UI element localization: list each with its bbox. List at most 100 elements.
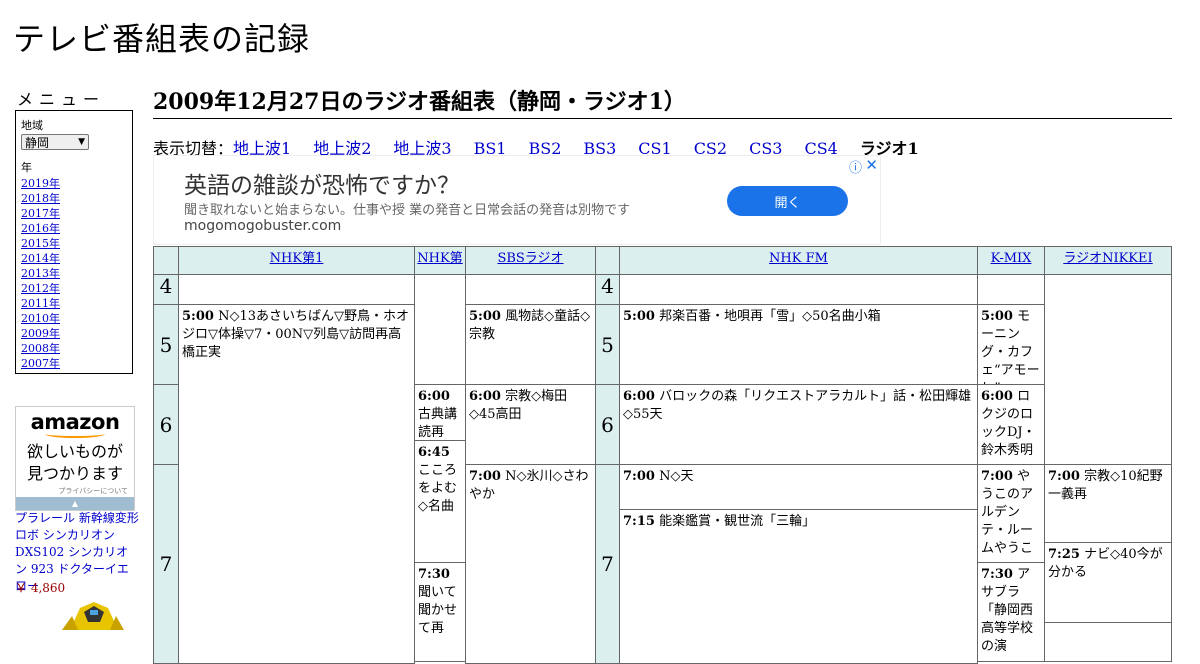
year-link-2015[interactable]: 2015年 (21, 236, 127, 251)
program-time: 6:00 (981, 389, 1013, 404)
close-icon[interactable]: ✕ (865, 156, 878, 174)
hour-cell-5-mid: 5 (595, 304, 620, 385)
corner-cell (153, 246, 179, 275)
program-time: 7:30 (981, 567, 1013, 582)
region-select[interactable]: 静岡 ▼ (21, 134, 89, 150)
year-link-2008[interactable]: 2008年 (21, 341, 127, 356)
program-time: 5:00 (182, 309, 214, 324)
program-time: 7:00 (1048, 469, 1080, 484)
program-time: 6:45 (418, 445, 450, 460)
program-time: 7:15 (623, 514, 655, 529)
program-cell-fm-0700[interactable]: 7:00 N◇天 (619, 464, 978, 510)
program-time: 5:00 (623, 309, 655, 324)
program-cell-kmix-0500[interactable]: 5:00 モーニング・カフェ“アモーレ” (977, 304, 1045, 385)
banner-domain: mogomogobuster.com (184, 218, 342, 234)
program-time: 7:00 (623, 469, 655, 484)
program-title: 能楽鑑賞・観世流「三輪」 (659, 514, 816, 529)
program-cell-kmix-0700[interactable]: 7:00 やうこのアルデンテ・ルームやうこ (977, 464, 1045, 563)
year-link-2016[interactable]: 2016年 (21, 221, 127, 236)
banner-headline: 英語の雑談が恐怖ですか？ (184, 173, 460, 199)
program-time: 7:00 (981, 469, 1013, 484)
channel-link-nhk2[interactable]: NHK第2 (417, 251, 462, 274)
ad-banner[interactable]: 英語の雑談が恐怖ですか？ 聞き取れないと始まらない。仕事や授 業の発音と日常会話… (153, 155, 881, 245)
program-title: バロックの森「リクエストアラカルト」話・松田輝雄◇55天 (623, 389, 972, 422)
year-link-2018[interactable]: 2018年 (21, 191, 127, 206)
channel-link-nhk1[interactable]: NHK第1 (270, 251, 324, 266)
program-title: 邦楽百番・地唄再「雪」◇50名曲小箱 (659, 309, 881, 324)
channel-header-nhkfm: NHK FM (619, 246, 978, 275)
program-time: 7:30 (418, 567, 450, 582)
program-cell-nhk2-0600[interactable]: 6:00 古典講読再 (414, 384, 466, 441)
hour-cell-7-mid: 7 (595, 464, 620, 664)
channel-link-nhkfm[interactable]: NHK FM (769, 251, 828, 266)
hour-cell-6: 6 (153, 384, 179, 465)
year-link-2017[interactable]: 2017年 (21, 206, 127, 221)
program-time: 6:00 (623, 389, 655, 404)
channel-header-nikkei: ラジオNIKKEI (1044, 246, 1172, 275)
year-list: 2019年 2018年 2017年 2016年 2015年 2014年 2013… (21, 176, 127, 371)
spacer-header (595, 246, 620, 275)
year-link-2009[interactable]: 2009年 (21, 326, 127, 341)
program-cell-fm-0715[interactable]: 7:15 能楽鑑賞・観世流「三輪」 (619, 509, 978, 664)
hour-cell-6-mid: 6 (595, 384, 620, 465)
program-cell-empty (1044, 274, 1172, 465)
region-value: 静岡 (25, 135, 50, 150)
ad-privacy-link[interactable]: プライバシーについて (58, 486, 128, 496)
program-title: N◇天 (659, 469, 694, 484)
menu-title: メニュー (17, 90, 106, 109)
program-cell-sbs-0600[interactable]: 6:00 宗教◇梅田◇45高田 (465, 384, 596, 465)
year-link-2013[interactable]: 2013年 (21, 266, 127, 281)
chevron-down-icon: ▼ (78, 137, 85, 147)
program-cell-empty (977, 274, 1045, 305)
program-cell-empty (465, 274, 596, 305)
program-cell-nhk2-0645[interactable]: 6:45 こころをよむ◇名曲 (414, 440, 466, 563)
program-cell-nhk1-0500[interactable]: 5:00 N◇13あさいちばん▽野鳥・ホオジロ▽体操▽7・00N▽列島▽訪問再高… (178, 304, 415, 664)
year-link-2011[interactable]: 2011年 (21, 296, 127, 311)
ad-expand-icon[interactable]: ▲ (16, 497, 134, 510)
program-cell-empty (619, 274, 978, 305)
hour-cell-4: 4 (153, 274, 179, 305)
channel-header-nhk2: NHK第2 (414, 246, 466, 275)
program-cell-sbs-0500[interactable]: 5:00 風物誌◇童話◇宗教 (465, 304, 596, 385)
program-time: 5:00 (469, 309, 501, 324)
program-cell-nikkei-0725[interactable]: 7:25 ナビ◇40今が分かる (1044, 542, 1172, 623)
site-title: テレビ番組表の記録 (13, 20, 311, 58)
channel-header-sbs: SBSラジオ (465, 246, 596, 275)
program-title: N◇13あさいちばん▽野鳥・ホオジロ▽体操▽7・00N▽列島▽訪問再高橋正実 (182, 309, 409, 360)
year-link-2019[interactable]: 2019年 (21, 176, 127, 191)
channel-link-sbs[interactable]: SBSラジオ (497, 251, 563, 266)
product-image[interactable] (60, 598, 126, 630)
program-cell-kmix-0600[interactable]: 6:00 ロクジのロックDJ・鈴木秀明 (977, 384, 1045, 465)
channel-header-nhk1: NHK第1 (178, 246, 415, 275)
program-cell-fm-0600[interactable]: 6:00 バロックの森「リクエストアラカルト」話・松田輝雄◇55天 (619, 384, 978, 465)
program-time: 6:00 (469, 389, 501, 404)
info-icon[interactable]: ⓘ (849, 157, 862, 176)
program-cell-nikkei-0700[interactable]: 7:00 宗教◇10紀野一義再 (1044, 464, 1172, 543)
year-link-2012[interactable]: 2012年 (21, 281, 127, 296)
program-cell-sbs-0700[interactable]: 7:00 N◇氷川◇さわやか (465, 464, 596, 664)
program-cell-kmix-0730[interactable]: 7:30 アサブラ「静岡西高等学校の演 (977, 562, 1045, 662)
amazon-ad[interactable]: amazon 欲しいものが 見つかります プライバシーについて ▲ (15, 406, 135, 511)
program-cell-fm-0500[interactable]: 5:00 邦楽百番・地唄再「雪」◇50名曲小箱 (619, 304, 978, 385)
channel-link-nikkei[interactable]: ラジオNIKKEI (1063, 251, 1152, 266)
channel-header-kmix: K-MIX (977, 246, 1045, 275)
program-cell-empty (414, 274, 466, 385)
amazon-logo: amazon (30, 410, 120, 434)
year-link-2010[interactable]: 2010年 (21, 311, 127, 326)
program-cell-empty (178, 274, 415, 305)
hour-cell-4-mid: 4 (595, 274, 620, 305)
channel-link-kmix[interactable]: K-MIX (991, 251, 1032, 266)
program-cell-nhk2-0730[interactable]: 7:30 聞いて聞かせて再 (414, 562, 466, 662)
year-link-2014[interactable]: 2014年 (21, 251, 127, 266)
program-time: 5:00 (981, 309, 1013, 324)
menu-box: 地域 静岡 ▼ 年 2019年 2018年 2017年 2016年 2015年 … (15, 110, 133, 374)
program-title: こころをよむ◇名曲 (418, 463, 458, 514)
year-link-2007[interactable]: 2007年 (21, 356, 127, 371)
program-time: 6:00 (418, 389, 450, 404)
program-title: 古典講読再 (418, 407, 458, 440)
banner-open-button[interactable]: 開く (727, 186, 848, 216)
program-time: 7:25 (1048, 547, 1080, 562)
hour-cell-5: 5 (153, 304, 179, 385)
banner-description: 聞き取れないと始まらない。仕事や授 業の発音と日常会話の発音は別物です (184, 203, 631, 218)
program-cell-empty (1044, 622, 1172, 662)
